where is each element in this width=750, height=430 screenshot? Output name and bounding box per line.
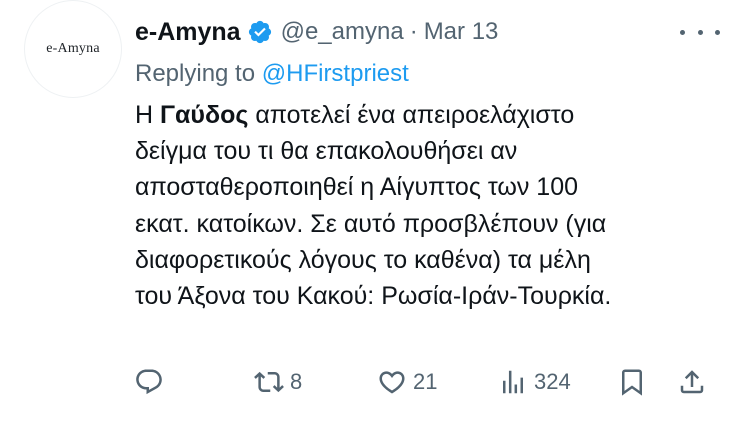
share-button[interactable] [677,360,707,404]
tweet-text-line: δείγμα του τι θα επακολουθήσει αν [135,137,518,166]
like-count: 21 [413,369,438,394]
action-bar: 8 21 324 [134,360,734,404]
bookmark-icon [622,369,642,396]
share-icon [680,370,704,394]
tweet-text-line: εκατ. κατοίκων. Σε αυτό προσβλέπουν (για [135,209,607,238]
views-button[interactable]: 324 [498,360,571,404]
views-count: 324 [534,369,571,394]
reply-icon [136,369,162,395]
author-handle[interactable]: @e_amyna [281,18,404,46]
tweet-text-line: αποσταθεροποιηθεί η Αίγυπτος των 100 [135,173,579,202]
retweet-count: 8 [290,369,303,394]
retweet-button[interactable]: 8 [254,360,302,404]
tweet-text-line: του Άξονα του Κακού: Ρωσία-Ιράν-Τουρκία. [135,282,612,311]
more-dot [715,29,720,35]
tweet: e-Amyna e-Amyna @e_amyna · Mar 13 Replyi… [0,0,750,430]
replying-to-label: Replying to [135,60,256,87]
tweet-text-line: Η Γαύδος αποτελεί ένα απειροελάχιστο [135,97,735,133]
tweet-text: Η Γαύδος αποτελεί ένα απειροελάχιστο δεί… [135,97,735,314]
views-icon [503,370,523,394]
more-dot [680,29,685,35]
tweet-text-line: διαφορετικούς λόγους το καθένα) τα μέλη [135,245,591,274]
more-dot [697,29,703,35]
reply-mention-link[interactable]: @HFirstpriest [262,60,409,87]
retweet-icon [254,371,284,393]
author-display-name[interactable]: e-Amyna [135,18,241,47]
more-options-icon[interactable] [680,20,720,44]
text-segment: αποτελεί ένα απειροελάχιστο [248,101,575,129]
avatar-logo-text: e-Amyna [46,41,100,56]
verified-badge-icon[interactable] [247,19,273,45]
tweet-header: e-Amyna @e_amyna · Mar 13 [135,14,498,50]
bookmark-button[interactable] [617,360,647,404]
heart-icon [379,371,405,394]
like-button[interactable]: 21 [377,360,437,404]
text-bold-segment: Γαύδος [160,101,249,129]
replying-to: Replying to @HFirstpriest [135,56,409,92]
separator-dot: · [409,18,418,45]
avatar[interactable]: e-Amyna [24,0,122,98]
tweet-date[interactable]: Mar 13 [424,18,499,46]
text-segment: Η [135,101,160,129]
reply-button[interactable] [134,360,164,404]
